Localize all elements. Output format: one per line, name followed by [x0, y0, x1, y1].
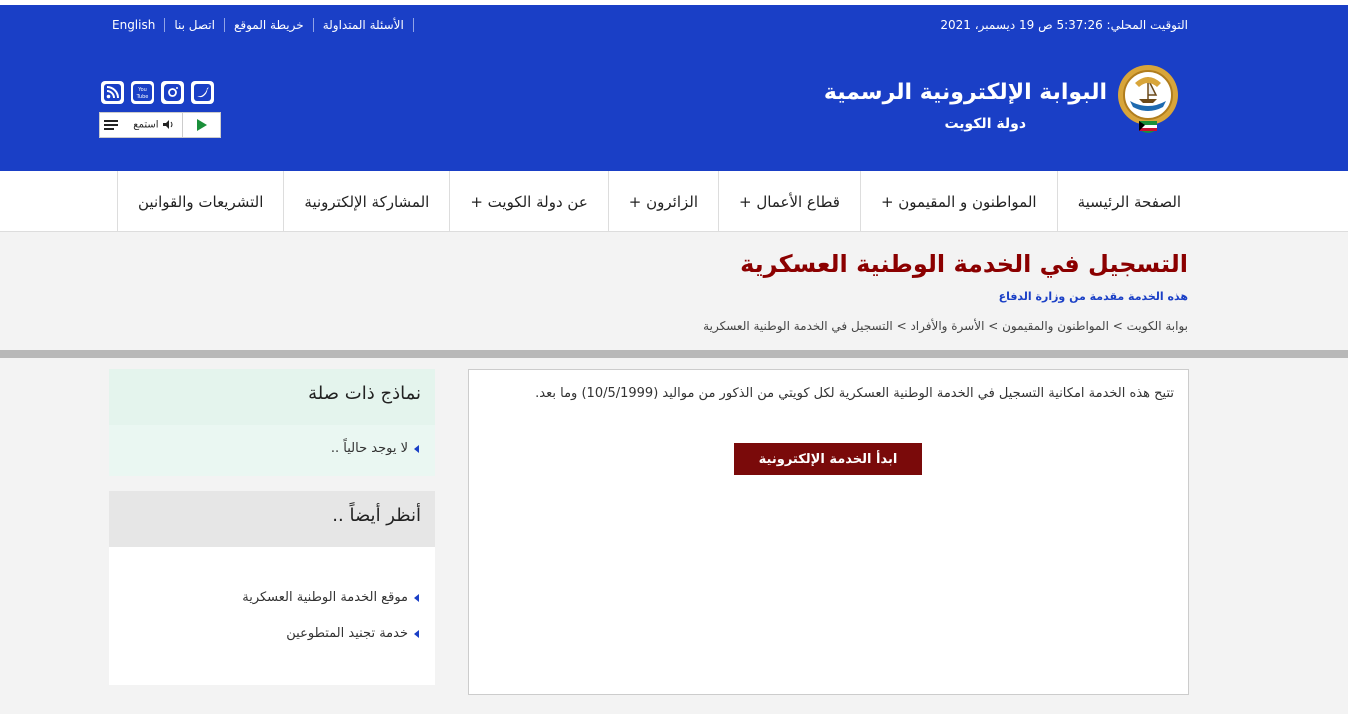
nav-about-kuwait[interactable]: عن دولة الكويت +: [450, 171, 609, 232]
nav-citizens[interactable]: المواطنون و المقيمون +: [861, 171, 1058, 232]
nav-visitors[interactable]: الزائرون +: [609, 171, 720, 232]
listen-label[interactable]: استمع: [126, 119, 182, 131]
page-header: التسجيل في الخدمة الوطنية العسكرية هذه ا…: [0, 232, 1348, 350]
divider: [312, 18, 314, 32]
menu-icon[interactable]: [100, 113, 122, 137]
forms-empty-text: لا يوجد حالياً ..: [330, 441, 408, 456]
site-title[interactable]: البوابة الإلكترونية الرسمية: [824, 80, 1107, 105]
site-header: البوابة الإلكترونية الرسمية دولة الكويت …: [0, 50, 1348, 171]
divider: [223, 18, 225, 32]
faq-link[interactable]: الأسئلة المتداولة: [323, 18, 404, 32]
related-forms-panel: نماذج ذات صلة لا يوجد حالياً ..: [109, 369, 435, 476]
divider: [164, 18, 166, 32]
breadcrumb[interactable]: بوابة الكويت > المواطنون والمقيمون > الأ…: [703, 319, 1188, 333]
twitter-icon[interactable]: [191, 81, 214, 104]
divider: [412, 18, 414, 32]
see-also-header: أنظر أيضاً ..: [109, 491, 435, 547]
nav-legislation[interactable]: التشريعات والقوانين: [118, 171, 285, 232]
rss-icon[interactable]: [101, 81, 124, 104]
svg-text:Tube: Tube: [136, 94, 149, 100]
sitemap-link[interactable]: خريطة الموقع: [234, 18, 304, 32]
kuwait-emblem-icon[interactable]: [1115, 63, 1181, 139]
nav-business[interactable]: قطاع الأعمال +: [719, 171, 861, 232]
list-item[interactable]: موقع الخدمة الوطنية العسكرية: [242, 590, 419, 605]
local-time: التوقيت المحلي: 5:37:26 ص 19 ديسمبر، 202…: [940, 18, 1188, 32]
see-also-link-volunteers[interactable]: خدمة تجنيد المتطوعين: [286, 626, 408, 641]
nav-home[interactable]: الصفحة الرئيسية: [1058, 171, 1202, 232]
play-button[interactable]: [182, 113, 220, 137]
see-also-link-military-site[interactable]: موقع الخدمة الوطنية العسكرية: [242, 590, 408, 605]
see-also-title: أنظر أيضاً ..: [332, 505, 421, 526]
service-description: تتيح هذه الخدمة امكانية التسجيل في الخدم…: [535, 386, 1174, 401]
social-links: You Tube: [101, 81, 214, 104]
english-link[interactable]: English: [112, 18, 155, 32]
related-forms-header: نماذج ذات صلة: [109, 369, 435, 425]
start-e-service-button[interactable]: ابدأ الخدمة الإلكترونية: [734, 443, 922, 475]
bullet-icon: [414, 629, 419, 638]
top-bar: English اتصل بنا خريطة الموقع الأسئلة ال…: [0, 0, 1348, 50]
svg-text:You: You: [137, 87, 147, 93]
listen-player: استمع: [99, 112, 221, 138]
list-item[interactable]: خدمة تجنيد المتطوعين: [286, 626, 419, 641]
bullet-icon: [414, 593, 419, 602]
service-provider: هذه الخدمة مقدمة من وزارة الدفاع: [998, 290, 1188, 303]
contact-link[interactable]: اتصل بنا: [174, 18, 215, 32]
list-item: لا يوجد حالياً ..: [331, 441, 419, 456]
related-forms-title: نماذج ذات صلة: [308, 383, 421, 404]
instagram-icon[interactable]: [161, 81, 184, 104]
main-nav: الصفحة الرئيسية المواطنون و المقيمون + ق…: [0, 171, 1348, 232]
page-title: التسجيل في الخدمة الوطنية العسكرية: [740, 250, 1188, 278]
service-content: تتيح هذه الخدمة امكانية التسجيل في الخدم…: [468, 369, 1189, 695]
youtube-icon[interactable]: You Tube: [131, 81, 154, 104]
bullet-icon: [414, 444, 419, 453]
top-links: English اتصل بنا خريطة الموقع الأسئلة ال…: [112, 18, 423, 32]
site-subtitle: دولة الكويت: [944, 116, 1026, 132]
nav-e-participation[interactable]: المشاركة الإلكترونية: [284, 171, 451, 232]
speaker-icon: [162, 120, 173, 130]
listen-text: استمع: [133, 119, 159, 131]
see-also-panel: أنظر أيضاً .. موقع الخدمة الوطنية العسكر…: [109, 491, 435, 685]
section-divider: [0, 350, 1348, 358]
play-icon: [196, 119, 207, 131]
